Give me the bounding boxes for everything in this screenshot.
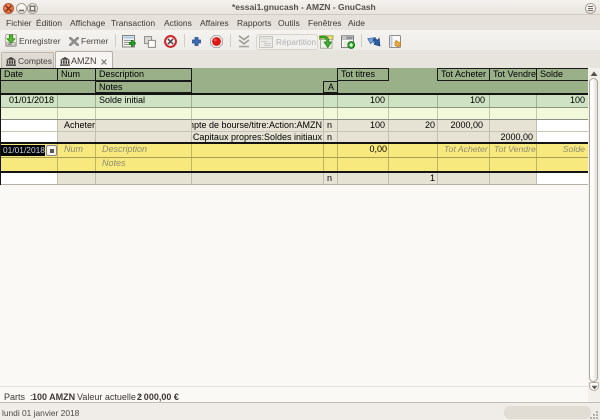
svg-text:31: 31 [343,36,347,40]
